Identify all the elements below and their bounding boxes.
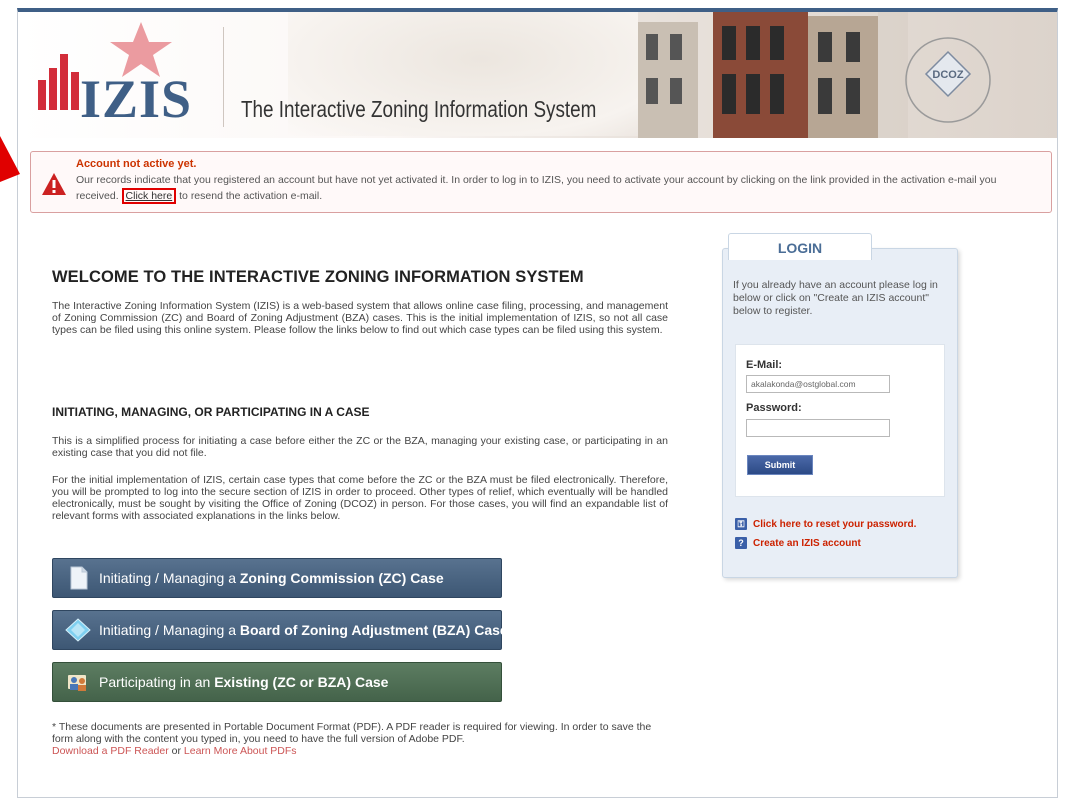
pdf-footnote: * These documents are presented in Porta… xyxy=(52,721,668,757)
annotation-arrow-icon xyxy=(0,136,20,182)
email-field[interactable] xyxy=(746,375,890,393)
bza-case-button-label: Initiating / Managing a Board of Zoning … xyxy=(99,622,508,638)
download-pdf-reader-link[interactable]: Download a PDF Reader xyxy=(52,745,169,757)
password-field[interactable] xyxy=(746,419,890,437)
login-form: E-Mail: Password: Submit xyxy=(735,344,945,497)
banner-divider xyxy=(223,27,224,127)
people-icon xyxy=(68,675,86,691)
site-title: The Interactive Zoning Information Syste… xyxy=(241,96,597,122)
reset-password-link[interactable]: ⚿ Click here to reset your password. xyxy=(735,518,916,530)
alert-message: Our records indicate that you registered… xyxy=(76,172,1041,204)
site-banner: IZIS The Interactive Zoning Information … xyxy=(18,12,1057,138)
alert-title: Account not active yet. xyxy=(76,158,197,170)
dcoz-seal-icon: DCOZ xyxy=(905,37,991,123)
existing-case-button[interactable]: Participating in an Existing (ZC or BZA)… xyxy=(52,662,502,702)
existing-case-button-label: Participating in an Existing (ZC or BZA)… xyxy=(99,674,389,690)
section-heading: INITIATING, MANAGING, OR PARTICIPATING I… xyxy=(52,405,370,419)
password-label: Password: xyxy=(746,402,802,414)
resend-activation-link[interactable]: Click here xyxy=(121,188,177,204)
reset-password-label: Click here to reset your password. xyxy=(753,518,917,530)
bza-case-button[interactable]: Initiating / Managing a Board of Zoning … xyxy=(52,610,508,650)
skyline-bars-icon xyxy=(38,54,79,110)
account-inactive-alert: Account not active yet. Our records indi… xyxy=(30,151,1052,213)
help-icon: ? xyxy=(735,537,747,549)
login-intro: If you already have an account please lo… xyxy=(733,279,938,317)
section-paragraph-2: For the initial implementation of IZIS, … xyxy=(52,474,668,522)
login-tab: LOGIN xyxy=(728,233,872,260)
intro-paragraph: The Interactive Zoning Information Syste… xyxy=(52,300,668,336)
key-icon: ⚿ xyxy=(735,518,747,530)
zc-case-button[interactable]: Initiating / Managing a Zoning Commissio… xyxy=(52,558,502,598)
create-account-label: Create an IZIS account xyxy=(753,537,861,549)
submit-button[interactable]: Submit xyxy=(747,455,813,475)
zc-case-button-label: Initiating / Managing a Zoning Commissio… xyxy=(99,570,444,586)
login-panel: If you already have an account please lo… xyxy=(722,248,958,578)
email-label: E-Mail: xyxy=(746,359,783,371)
document-icon xyxy=(70,566,88,590)
alert-text-after: to resend the activation e-mail. xyxy=(179,190,323,202)
welcome-heading: WELCOME TO THE INTERACTIVE ZONING INFORM… xyxy=(52,268,584,286)
diamond-icon xyxy=(65,618,91,642)
seal-text: DCOZ xyxy=(932,69,963,81)
pdf-footnote-text: * These documents are presented in Porta… xyxy=(52,721,652,745)
learn-about-pdfs-link[interactable]: Learn More About PDFs xyxy=(184,745,297,757)
logo-text[interactable]: IZIS xyxy=(80,72,192,126)
or-text: or xyxy=(168,745,184,757)
section-paragraph-1: This is a simplified process for initiat… xyxy=(52,435,668,459)
create-account-link[interactable]: ? Create an IZIS account xyxy=(735,537,861,549)
warning-icon xyxy=(42,173,66,195)
page-frame: IZIS The Interactive Zoning Information … xyxy=(17,8,1058,798)
